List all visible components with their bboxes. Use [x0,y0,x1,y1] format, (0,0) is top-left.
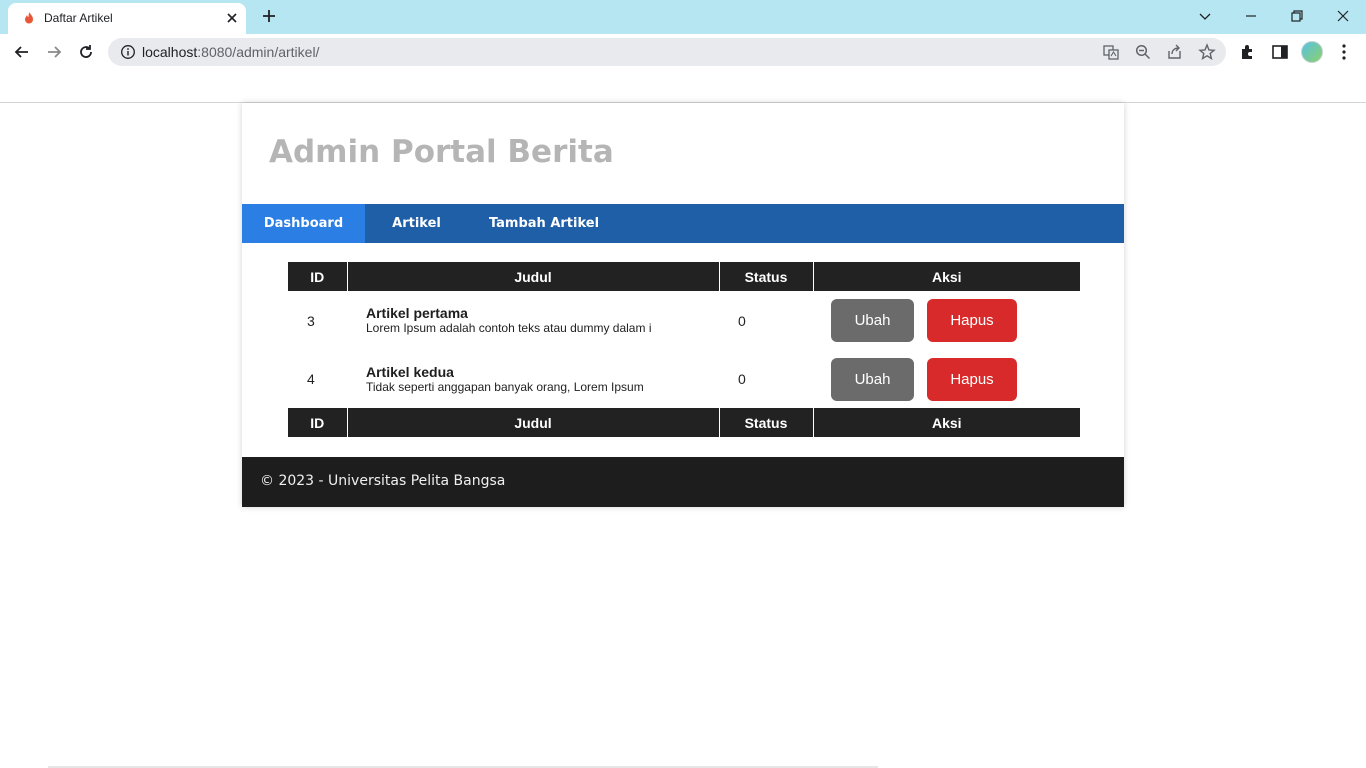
edit-button[interactable]: Ubah [831,299,914,342]
delete-button[interactable]: Hapus [927,299,1017,342]
browser-tab[interactable]: Daftar Artikel [8,3,246,34]
footer-id: ID [288,408,347,437]
footer-judul: Judul [346,408,719,437]
restore-icon[interactable] [1285,4,1309,28]
footer-status: Status [718,408,813,437]
article-title: Artikel kedua [366,363,454,380]
cell-judul: Artikel kedua Tidak seperti anggapan ban… [347,350,719,408]
sidepanel-icon[interactable] [1270,42,1290,62]
browser-tabstrip: Daftar Artikel [0,0,1366,34]
share-icon[interactable] [1166,43,1184,61]
url-path: :8080/admin/artikel/ [197,44,320,60]
back-icon[interactable] [12,42,32,62]
article-title: Artikel pertama [366,305,468,321]
url-text: localhost:8080/admin/artikel/ [142,44,319,60]
star-icon[interactable] [1198,43,1216,61]
reload-icon[interactable] [76,42,96,62]
table-row: 4 Artikel kedua Tidak seperti anggapan b… [288,350,1080,408]
info-icon[interactable] [120,44,136,60]
cell-id: 3 [307,312,315,329]
main-nav: Dashboard Artikel Tambah Artikel [242,204,1124,243]
header-judul: Judul [346,262,719,291]
close-window-icon[interactable] [1331,4,1355,28]
page-container: Admin Portal Berita Dashboard Artikel Ta… [242,103,1124,507]
url-host: localhost [142,44,198,60]
nav-item-dashboard[interactable]: Dashboard [242,204,365,243]
footer-aksi: Aksi [812,408,1080,437]
cell-aksi: Ubah Hapus [813,350,1080,408]
chevron-down-icon[interactable] [1193,4,1217,28]
delete-button[interactable]: Hapus [927,357,1017,401]
profile-avatar[interactable] [1301,41,1323,63]
extensions-icon[interactable] [1238,42,1258,62]
cell-id: 4 [307,371,315,387]
favicon-flame-icon [25,12,33,24]
cell-aksi: Ubah Hapus [813,291,1080,350]
nav-item-tambah-artikel[interactable]: Tambah Artikel [468,204,620,243]
cell-status: 0 [738,371,746,387]
plus-icon[interactable] [260,7,278,25]
tab-title: Daftar Artikel [44,11,113,25]
address-bar[interactable]: localhost:8080/admin/artikel/ [108,38,1226,66]
table-footer-row: ID Judul Status Aksi [288,408,1080,437]
forward-icon[interactable] [44,42,64,62]
translate-icon[interactable] [1102,43,1120,61]
browser-toolbar: localhost:8080/admin/artikel/ [0,34,1366,70]
minimize-icon[interactable] [1239,4,1263,28]
article-excerpt: Tidak seperti anggapan banyak orang, Lor… [366,379,644,394]
article-excerpt: Lorem Ipsum adalah contoh teks atau dumm… [366,321,652,335]
close-icon[interactable] [224,10,240,26]
header-status: Status [718,262,813,291]
edit-button[interactable]: Ubah [831,357,914,401]
table-header-row: ID Judul Status Aksi [288,262,1080,291]
zoom-icon[interactable] [1134,43,1152,61]
header-id: ID [288,262,347,291]
table-row: 3 Artikel pertama Lorem Ipsum adalah con… [288,291,1080,350]
nav-item-artikel[interactable]: Artikel [365,204,468,243]
cell-judul: Artikel pertama Lorem Ipsum adalah conto… [347,291,719,350]
footer-copyright: © 2023 - Universitas Pelita Bangsa [260,473,506,489]
cell-status: 0 [738,312,746,329]
header-aksi: Aksi [812,262,1080,291]
kebab-menu-icon[interactable] [1334,42,1354,62]
page-footer: © 2023 - Universitas Pelita Bangsa [242,457,1124,507]
page-title: Admin Portal Berita [269,134,614,170]
article-table: ID Judul Status Aksi 3 Artikel pertama L… [288,262,1080,437]
